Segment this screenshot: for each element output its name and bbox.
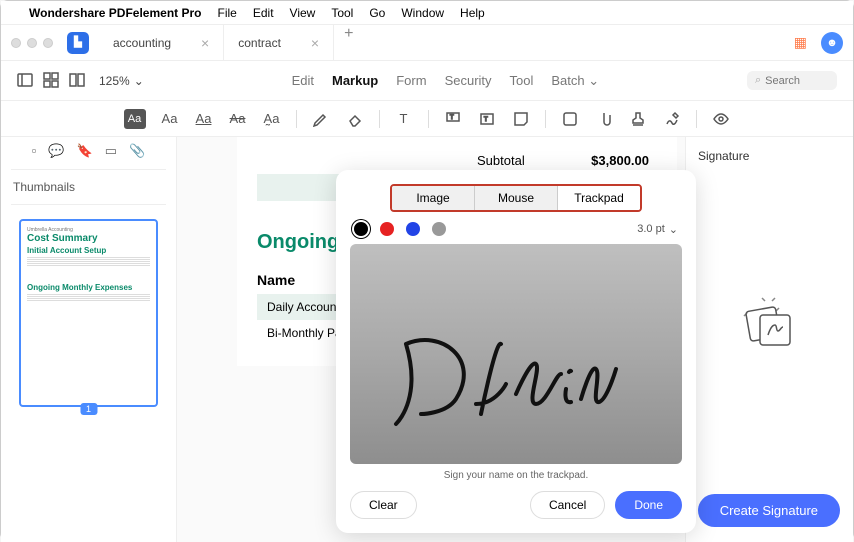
signature-panel: Signature — [685, 137, 853, 542]
separator — [428, 110, 429, 128]
view-mode-icons — [17, 72, 87, 90]
note-icon[interactable] — [511, 109, 531, 129]
signature-mode-segmented: Image Mouse Trackpad — [390, 184, 642, 212]
squiggly-icon[interactable]: A̰a — [262, 109, 282, 129]
app-name: Wondershare PDFelement Pro — [29, 6, 202, 20]
color-blue[interactable] — [406, 222, 420, 236]
app-logo-icon: ▙ — [67, 32, 89, 54]
search-box[interactable]: ⌕ — [747, 71, 837, 90]
tab-contract[interactable]: contract × — [224, 25, 334, 61]
grid-view-icon[interactable] — [43, 72, 61, 90]
signature-pen-icon[interactable] — [662, 109, 682, 129]
tool-tab-edit[interactable]: Edit — [292, 73, 314, 89]
titlebar: ▙ accounting × contract × + ▦ ☻ — [1, 25, 853, 61]
comments-panel-icon[interactable]: 💬 — [48, 143, 64, 159]
add-tab-button[interactable]: + — [334, 25, 363, 61]
page-number-badge: 1 — [80, 403, 97, 415]
subtotal-value: $3,800.00 — [591, 153, 649, 168]
menu-help[interactable]: Help — [460, 6, 485, 20]
layers-panel-icon[interactable]: ▭ — [105, 143, 117, 159]
underline-icon[interactable]: Aa — [194, 109, 214, 129]
subtotal-label: Subtotal — [477, 153, 525, 168]
menu-tool[interactable]: Tool — [331, 6, 353, 20]
close-icon[interactable]: × — [311, 35, 319, 51]
menu-view[interactable]: View — [290, 6, 316, 20]
highlight-style-icon[interactable]: Aa — [124, 109, 146, 129]
tool-tab-batch[interactable]: Batch ⌄ — [551, 73, 599, 89]
signature-placeholder-icon — [740, 293, 800, 358]
menu-go[interactable]: Go — [369, 6, 385, 20]
apps-grid-icon[interactable]: ▦ — [794, 34, 807, 51]
menu-window[interactable]: Window — [401, 6, 444, 20]
chevron-down-icon: ⌄ — [134, 74, 144, 88]
close-icon[interactable]: × — [201, 35, 209, 51]
create-signature-button[interactable]: Create Signature — [698, 494, 840, 527]
signature-pad[interactable] — [350, 244, 682, 464]
sidebar: ▫ 💬 🔖 ▭ 📎 Thumbnails Umbrella Accounting… — [1, 137, 177, 542]
svg-text:T: T — [484, 117, 488, 123]
shape-icon[interactable] — [560, 109, 580, 129]
markup-toolbar: Aa Aa Aa Aa A̰a T T T — [1, 101, 853, 137]
marker-icon[interactable] — [311, 109, 331, 129]
chevron-down-icon: ⌄ — [588, 73, 599, 88]
tool-tab-security[interactable]: Security — [445, 73, 492, 89]
sidebar-toggle-icon[interactable] — [17, 72, 35, 90]
tab-label: accounting — [113, 36, 171, 50]
thumbnails-title: Thumbnails — [1, 174, 176, 200]
search-input[interactable] — [765, 75, 825, 87]
thumbnails-panel-icon[interactable]: ▫ — [32, 143, 37, 159]
visibility-icon[interactable] — [711, 109, 731, 129]
done-button[interactable]: Done — [615, 491, 682, 519]
toolbar: 125% ⌄ Edit Markup Form Security Tool Bat… — [1, 61, 853, 101]
menu-edit[interactable]: Edit — [253, 6, 274, 20]
separator — [379, 110, 380, 128]
separator — [545, 110, 546, 128]
callout-icon[interactable]: T — [443, 109, 463, 129]
color-black[interactable] — [354, 222, 368, 236]
clear-button[interactable]: Clear — [350, 491, 417, 519]
stroke-options: 3.0 pt⌄ — [350, 222, 682, 244]
tool-tabs: Edit Markup Form Security Tool Batch ⌄ — [292, 73, 600, 89]
attachment-icon[interactable] — [594, 109, 614, 129]
tool-tab-tool[interactable]: Tool — [510, 73, 534, 89]
strikethrough-icon[interactable]: Aa — [228, 109, 248, 129]
textbox-outline-icon[interactable]: T — [477, 109, 497, 129]
zoom-selector[interactable]: 125% ⌄ — [99, 74, 144, 88]
tab-label: contract — [238, 36, 281, 50]
seg-image[interactable]: Image — [392, 186, 475, 210]
zoom-value: 125% — [99, 74, 130, 88]
tool-tab-markup[interactable]: Markup — [332, 73, 378, 89]
signature-modal: Image Mouse Trackpad 3.0 pt⌄ Sign your n… — [336, 170, 696, 533]
chevron-down-icon: ⌄ — [669, 223, 678, 236]
two-page-icon[interactable] — [69, 72, 87, 90]
text-style-icon[interactable]: Aa — [160, 109, 180, 129]
seg-trackpad[interactable]: Trackpad — [558, 186, 640, 210]
menu-file[interactable]: File — [218, 6, 237, 20]
text-box-icon[interactable]: T — [394, 109, 414, 129]
window-controls[interactable] — [11, 38, 53, 48]
user-avatar-icon[interactable]: ☻ — [821, 32, 843, 54]
svg-text:T: T — [450, 115, 454, 121]
color-gray[interactable] — [432, 222, 446, 236]
page-thumbnail[interactable]: Umbrella Accounting Cost Summary Initial… — [19, 219, 158, 407]
search-icon: ⌕ — [755, 74, 761, 87]
attachments-panel-icon[interactable]: 📎 — [129, 143, 145, 159]
color-red[interactable] — [380, 222, 394, 236]
cancel-button[interactable]: Cancel — [530, 491, 605, 519]
tab-accounting[interactable]: accounting × — [99, 25, 224, 61]
eraser-icon[interactable] — [345, 109, 365, 129]
menubar: Wondershare PDFelement Pro File Edit Vie… — [1, 1, 853, 25]
stamp-icon[interactable] — [628, 109, 648, 129]
seg-mouse[interactable]: Mouse — [475, 186, 558, 210]
sidebar-panel-icons: ▫ 💬 🔖 ▭ 📎 — [1, 137, 176, 165]
document-tabs: accounting × contract × + — [99, 25, 794, 61]
panel-title: Signature — [698, 149, 749, 163]
signature-hint: Sign your name on the trackpad. — [350, 470, 682, 481]
tool-tab-form[interactable]: Form — [396, 73, 426, 89]
separator — [696, 110, 697, 128]
bookmarks-panel-icon[interactable]: 🔖 — [77, 143, 93, 159]
stroke-width-selector[interactable]: 3.0 pt⌄ — [637, 223, 678, 236]
separator — [296, 110, 297, 128]
